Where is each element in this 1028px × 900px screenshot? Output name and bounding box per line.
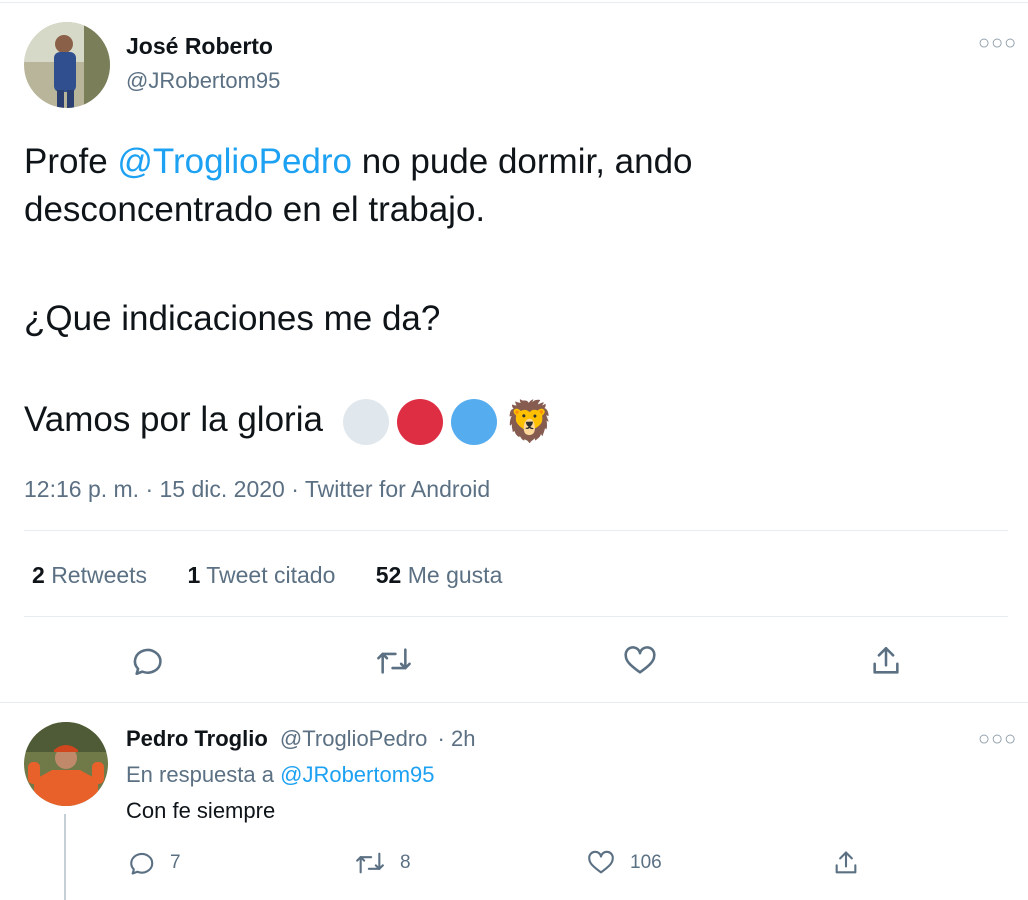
reply-button[interactable] bbox=[124, 640, 172, 682]
in-reply-handle[interactable]: @JRobertom95 bbox=[280, 762, 434, 787]
like-icon bbox=[624, 646, 656, 674]
red-circle-emoji bbox=[396, 398, 443, 445]
divider-1 bbox=[24, 530, 1008, 531]
tweet-text-part: Profe bbox=[24, 142, 118, 181]
author-handle[interactable]: @JRobertom95 bbox=[126, 68, 280, 94]
reply-share-button[interactable] bbox=[832, 846, 860, 880]
tweet-text: Profe @TroglioPedro no pude dormir, ando… bbox=[24, 138, 984, 234]
divider-3 bbox=[0, 702, 1028, 703]
top-divider bbox=[0, 2, 1028, 3]
tweet-timestamp[interactable]: 12:16 p. m. · 15 dic. 2020 · Twitter for… bbox=[24, 476, 490, 503]
reply-retweet-button[interactable]: 8 bbox=[354, 846, 411, 880]
reply-author-handle[interactable]: @TroglioPedro bbox=[280, 726, 427, 751]
quotes-count: 1 bbox=[187, 562, 201, 588]
thread-line bbox=[64, 814, 66, 900]
tweet-line-1: Profe @TroglioPedro no pude dormir, ando bbox=[24, 138, 984, 186]
likes-label: Me gusta bbox=[407, 562, 503, 588]
in-reply-prefix: En respuesta a bbox=[126, 762, 274, 787]
tweet-line-4: Vamos por la gloria 🦁 bbox=[24, 396, 554, 446]
stats-row: 2 Retweets 1 Tweet citado 52 Me gusta bbox=[32, 562, 502, 589]
retweets-label: Retweets bbox=[51, 562, 148, 588]
retweets-stat[interactable]: 2 Retweets bbox=[32, 562, 147, 588]
reply-text: Con fe siempre bbox=[126, 798, 276, 823]
quotes-stat[interactable]: 1 Tweet citado bbox=[187, 562, 335, 588]
reply-reply-button[interactable]: 7 bbox=[128, 846, 181, 880]
reply-author-name[interactable]: Pedro Troglio bbox=[126, 726, 268, 751]
blue-circle-emoji bbox=[450, 398, 497, 445]
like-button[interactable] bbox=[616, 640, 664, 682]
reply-time[interactable]: · 2h bbox=[438, 726, 476, 751]
lion-emoji: 🦁 bbox=[504, 399, 555, 444]
likes-count: 52 bbox=[375, 562, 402, 588]
author-name[interactable]: José Roberto bbox=[126, 33, 273, 60]
divider-2 bbox=[24, 616, 1008, 617]
reply-retweets-count: 8 bbox=[400, 852, 411, 873]
reply-reply-icon bbox=[130, 852, 154, 875]
in-reply-to: En respuesta a @JRobertom95 bbox=[126, 762, 435, 788]
reply-header: Pedro Troglio @TroglioPedro · 2h bbox=[126, 726, 475, 752]
retweet-icon bbox=[377, 648, 411, 674]
reply-share-icon bbox=[835, 851, 857, 874]
tweet-line-2: desconcentrado en el trabajo. bbox=[24, 190, 486, 229]
tweet-line-3: ¿Que indicaciones me da? bbox=[24, 299, 441, 338]
white-circle-emoji bbox=[342, 398, 389, 445]
author-avatar[interactable] bbox=[24, 22, 110, 108]
reply-likes-count: 106 bbox=[630, 852, 662, 873]
emoji-group: 🦁 bbox=[342, 398, 554, 445]
retweets-count: 2 bbox=[32, 562, 45, 588]
tweet-text-part: no pude dormir, ando bbox=[352, 142, 693, 181]
reply-like-button[interactable]: 106 bbox=[586, 846, 662, 880]
retweet-button[interactable] bbox=[370, 640, 418, 682]
reply-more-options-icon[interactable]: ○○○ bbox=[978, 728, 1017, 751]
reply-retweet-icon bbox=[356, 852, 384, 874]
share-button[interactable] bbox=[862, 640, 910, 682]
quotes-label: Tweet citado bbox=[206, 562, 336, 588]
likes-stat[interactable]: 52 Me gusta bbox=[376, 562, 503, 588]
share-icon bbox=[873, 646, 899, 674]
more-options-icon[interactable]: ○○○ bbox=[978, 32, 1017, 55]
reply-icon bbox=[133, 648, 162, 676]
reply-like-icon bbox=[588, 850, 614, 874]
reply-author-avatar[interactable] bbox=[24, 722, 108, 806]
mention-link[interactable]: @TroglioPedro bbox=[117, 142, 352, 181]
tweet-line-4-text: Vamos por la gloria bbox=[24, 400, 323, 439]
reply-replies-count: 7 bbox=[170, 852, 181, 873]
